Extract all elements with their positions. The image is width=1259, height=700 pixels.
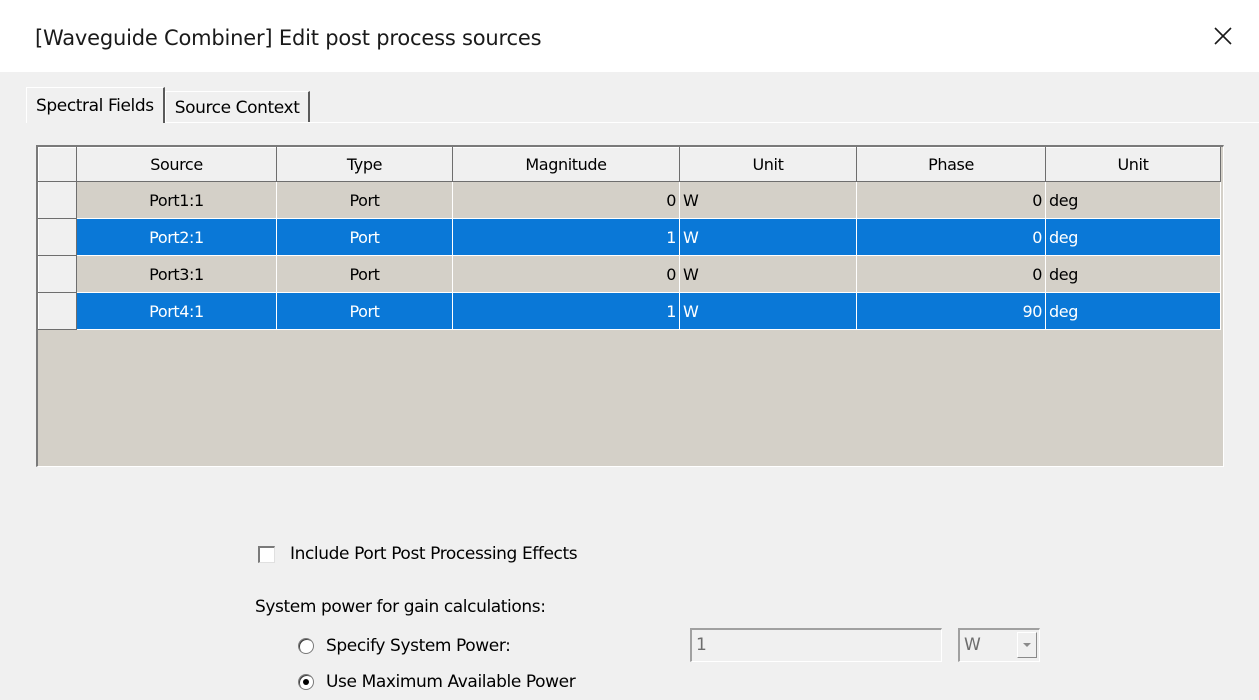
tab-panel-border	[26, 122, 1259, 123]
row-header[interactable]	[38, 181, 77, 219]
row-header[interactable]	[38, 255, 77, 293]
tab-strip: Spectral Fields Source Context	[26, 85, 311, 123]
close-icon	[1214, 27, 1232, 45]
power-unit-dropdown[interactable]: W	[958, 628, 1040, 662]
cell-phase-unit[interactable]: deg	[1045, 218, 1221, 256]
dropdown-button[interactable]	[1017, 632, 1037, 658]
include-port-effects-checkbox[interactable]	[258, 545, 275, 563]
table-row[interactable]: Port2:1 Port 1 W 0 deg	[38, 218, 1221, 256]
cell-source[interactable]: Port2:1	[76, 218, 277, 256]
cell-magnitude-unit[interactable]: W	[679, 218, 857, 256]
chevron-down-icon	[1023, 643, 1031, 647]
corner-header[interactable]	[38, 147, 77, 182]
column-header-magnitude-unit[interactable]: Unit	[679, 147, 857, 182]
column-header-magnitude[interactable]: Magnitude	[452, 147, 680, 182]
row-header[interactable]	[38, 292, 77, 330]
cell-type[interactable]: Port	[276, 292, 453, 330]
specify-power-label: Specify System Power:	[326, 636, 511, 656]
cell-phase[interactable]: 90	[856, 292, 1046, 330]
cell-type[interactable]: Port	[276, 255, 453, 293]
column-header-source[interactable]: Source	[76, 147, 277, 182]
cell-phase-unit[interactable]: deg	[1045, 292, 1221, 330]
tab-source-context[interactable]: Source Context	[164, 91, 311, 123]
cell-source[interactable]: Port1:1	[76, 181, 277, 219]
cell-phase[interactable]: 0	[856, 255, 1046, 293]
include-port-effects-label: Include Port Post Processing Effects	[290, 544, 578, 564]
cell-phase[interactable]: 0	[856, 181, 1046, 219]
title-bar: [Waveguide Combiner] Edit post process s…	[0, 0, 1259, 72]
column-header-phase[interactable]: Phase	[856, 147, 1046, 182]
column-header-phase-unit[interactable]: Unit	[1045, 147, 1221, 182]
cell-phase-unit[interactable]: deg	[1045, 255, 1221, 293]
table-row[interactable]: Port3:1 Port 0 W 0 deg	[38, 255, 1221, 293]
close-button[interactable]	[1201, 16, 1245, 56]
window-title: [Waveguide Combiner] Edit post process s…	[35, 26, 542, 50]
use-max-power-label: Use Maximum Available Power	[326, 672, 576, 692]
system-power-input[interactable]: 1	[690, 628, 942, 662]
cell-magnitude-unit[interactable]: W	[679, 255, 857, 293]
tab-spectral-fields[interactable]: Spectral Fields	[26, 87, 165, 123]
cell-type[interactable]: Port	[276, 218, 453, 256]
use-max-power-radio[interactable]	[298, 674, 314, 690]
cell-type[interactable]: Port	[276, 181, 453, 219]
sources-grid[interactable]: Source Type Magnitude Unit Phase Unit Po…	[36, 145, 1224, 467]
cell-magnitude-unit[interactable]: W	[679, 181, 857, 219]
cell-magnitude-unit[interactable]: W	[679, 292, 857, 330]
column-header-type[interactable]: Type	[276, 147, 453, 182]
cell-phase-unit[interactable]: deg	[1045, 181, 1221, 219]
sources-table: Source Type Magnitude Unit Phase Unit Po…	[38, 147, 1221, 330]
cell-magnitude[interactable]: 0	[452, 181, 680, 219]
cell-magnitude[interactable]: 1	[452, 218, 680, 256]
cell-source[interactable]: Port3:1	[76, 255, 277, 293]
cell-source[interactable]: Port4:1	[76, 292, 277, 330]
power-unit-value: W	[964, 635, 981, 655]
dialog-window: [Waveguide Combiner] Edit post process s…	[0, 0, 1259, 700]
specify-power-option[interactable]: Specify System Power:	[298, 636, 511, 656]
use-max-power-option[interactable]: Use Maximum Available Power	[298, 672, 576, 692]
table-row[interactable]: Port1:1 Port 0 W 0 deg	[38, 181, 1221, 219]
include-port-effects-option[interactable]: Include Port Post Processing Effects	[258, 544, 578, 564]
cell-phase[interactable]: 0	[856, 218, 1046, 256]
row-header[interactable]	[38, 218, 77, 256]
table-header-row: Source Type Magnitude Unit Phase Unit	[38, 147, 1221, 182]
specify-power-radio[interactable]	[298, 638, 314, 654]
cell-magnitude[interactable]: 1	[452, 292, 680, 330]
table-row[interactable]: Port4:1 Port 1 W 90 deg	[38, 292, 1221, 330]
system-power-group-label: System power for gain calculations:	[255, 597, 546, 617]
cell-magnitude[interactable]: 0	[452, 255, 680, 293]
